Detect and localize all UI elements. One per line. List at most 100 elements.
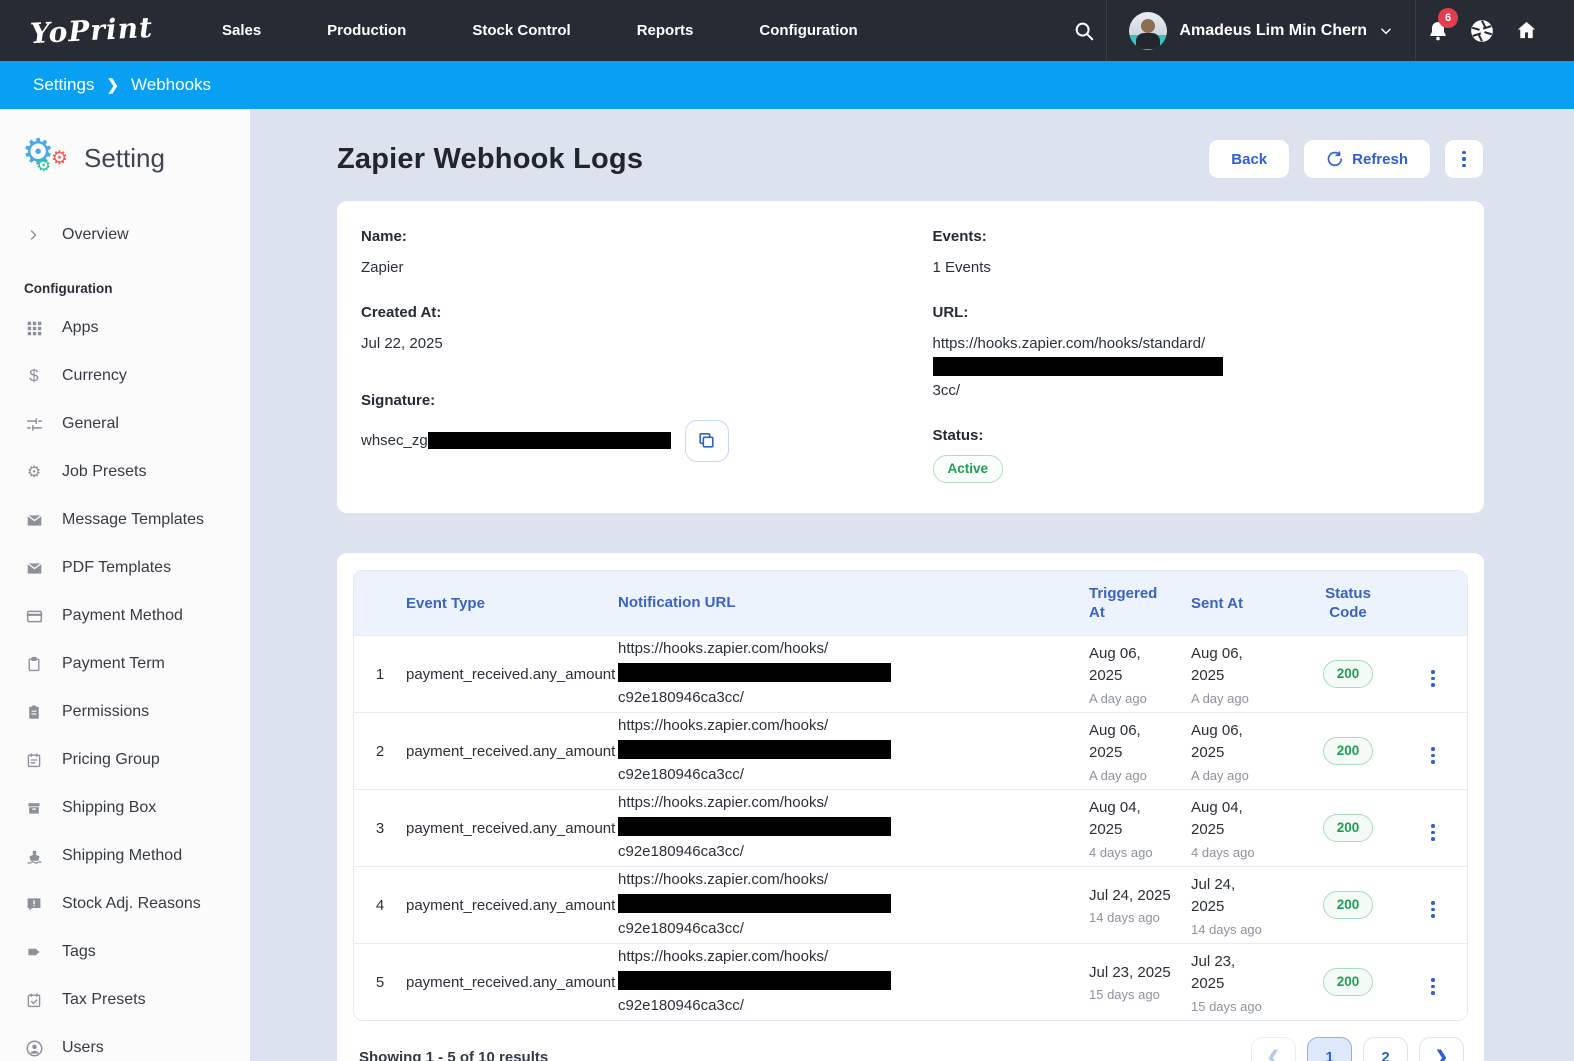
sidebar-item-job-presets[interactable]: ⚙ Job Presets: [24, 448, 250, 496]
redacted-url: [618, 971, 891, 990]
back-button[interactable]: Back: [1208, 139, 1290, 179]
row-actions-button[interactable]: [1431, 816, 1435, 841]
breadcrumb-settings[interactable]: Settings: [33, 75, 94, 95]
sidebar-item-stock-adj-reasons[interactable]: Stock Adj. Reasons: [24, 880, 250, 928]
nav-item-sales[interactable]: Sales: [189, 0, 294, 61]
user-circle-icon: [24, 1040, 44, 1057]
url-value: https://hooks.zapier.com/hooks/standard/…: [933, 332, 1461, 402]
webhook-details-card: Name: Zapier Created At: Jul 22, 2025 Si…: [337, 201, 1484, 513]
credit-card-icon: [24, 608, 44, 625]
sidebar-item-pricing-group[interactable]: Pricing Group: [24, 736, 250, 784]
name-value: Zapier: [361, 256, 889, 279]
nav-item-stock-control[interactable]: Stock Control: [439, 0, 603, 61]
triggered-at-cell: Jul 23, 2025 15 days ago: [1089, 962, 1191, 1003]
clipboard-list-icon: [24, 704, 44, 720]
sent-at-cell: Jul 24, 2025 14 days ago: [1191, 874, 1297, 937]
status-code-cell: 200: [1297, 737, 1399, 765]
kebab-icon: [1431, 901, 1435, 918]
sidebar-item-shipping-box[interactable]: Shipping Box: [24, 784, 250, 832]
ship-icon: [24, 848, 44, 865]
user-name: Amadeus Lim Min Chern: [1179, 22, 1367, 40]
sidebar-item-message-templates[interactable]: Message Templates: [24, 496, 250, 544]
triggered-at-cell: Aug 06, 2025 A day ago: [1089, 720, 1191, 783]
sent-at-cell: Aug 04, 2025 4 days ago: [1191, 797, 1297, 860]
page-2-button[interactable]: 2: [1363, 1037, 1408, 1061]
refresh-button[interactable]: Refresh: [1303, 139, 1431, 179]
sidebar-item-permissions[interactable]: Permissions: [24, 688, 250, 736]
triggered-at-cell: Aug 04, 2025 4 days ago: [1089, 797, 1191, 860]
row-actions-button[interactable]: [1431, 893, 1435, 918]
sidebar-item-payment-term[interactable]: Payment Term: [24, 640, 250, 688]
page-1-button[interactable]: 1: [1307, 1037, 1352, 1061]
sidebar-header: ⚙⚙⚙ Setting: [24, 135, 250, 181]
status-code-badge: 200: [1323, 737, 1374, 765]
next-page-button[interactable]: ❯: [1419, 1037, 1464, 1061]
copy-signature-button[interactable]: [685, 420, 729, 462]
sidebar-item-shipping-method[interactable]: Shipping Method: [24, 832, 250, 880]
status-code-badge: 200: [1323, 814, 1374, 842]
calendar-lines-icon: [24, 752, 44, 768]
table-row: 2 payment_received.any_amount https://ho…: [354, 712, 1467, 789]
status-label: Status:: [933, 427, 1461, 444]
url-label: URL:: [933, 304, 1461, 321]
apps-grid-icon: [24, 320, 44, 337]
main-menu: Sales Production Stock Control Reports C…: [189, 0, 891, 61]
notification-url-cell: https://hooks.zapier.com/hooks/ c92e1809…: [618, 714, 1089, 788]
event-type-cell: payment_received.any_amount: [406, 743, 618, 760]
search-icon[interactable]: [1062, 0, 1106, 61]
sidebar-item-apps[interactable]: Apps: [24, 304, 250, 352]
sidebar-item-tax-presets[interactable]: Tax Presets: [24, 976, 250, 1024]
row-actions-button[interactable]: [1431, 662, 1435, 687]
home-icon[interactable]: [1504, 0, 1548, 61]
table-row: 1 payment_received.any_amount https://ho…: [354, 635, 1467, 712]
header-event-type: Event Type: [406, 595, 618, 612]
created-at-value: Jul 22, 2025: [361, 332, 889, 355]
refresh-icon: [1326, 151, 1343, 168]
header-status-code: Status Code: [1297, 584, 1399, 623]
sent-at-cell: Aug 06, 2025 A day ago: [1191, 720, 1297, 783]
top-navbar: YoPrint Sales Production Stock Control R…: [0, 0, 1574, 61]
redacted-url: [618, 817, 891, 836]
kebab-icon: [1462, 151, 1466, 168]
breadcrumb-webhooks[interactable]: Webhooks: [131, 75, 211, 95]
kebab-icon: [1431, 824, 1435, 841]
settings-sidebar: ⚙⚙⚙ Setting Overview Configuration Apps …: [0, 109, 250, 1061]
envelope-icon: [24, 560, 44, 577]
user-menu[interactable]: Amadeus Lim Min Chern: [1107, 0, 1415, 61]
notification-badge: 6: [1438, 8, 1458, 28]
nav-item-configuration[interactable]: Configuration: [726, 0, 890, 61]
notifications-bell-icon[interactable]: 6: [1416, 0, 1460, 61]
sidebar-item-tags[interactable]: Tags: [24, 928, 250, 976]
prev-page-button[interactable]: ❮: [1251, 1037, 1296, 1061]
sidebar-item-general[interactable]: General: [24, 400, 250, 448]
row-actions-button[interactable]: [1431, 970, 1435, 995]
sidebar-item-payment-method[interactable]: Payment Method: [24, 592, 250, 640]
more-options-button[interactable]: [1444, 139, 1484, 179]
header-sent-at: Sent At: [1191, 595, 1297, 612]
clipboard-icon: [24, 656, 44, 672]
yoprint-logo[interactable]: YoPrint: [29, 11, 154, 50]
table-row: 4 payment_received.any_amount https://ho…: [354, 866, 1467, 943]
events-value: 1 Events: [933, 256, 1461, 279]
nav-item-production[interactable]: Production: [294, 0, 439, 61]
row-index: 2: [354, 743, 406, 760]
sidebar-item-overview[interactable]: Overview: [24, 211, 250, 259]
copy-icon: [697, 431, 716, 450]
status-code-badge: 200: [1323, 891, 1374, 919]
sidebar-item-pdf-templates[interactable]: PDF Templates: [24, 544, 250, 592]
navbar-right: Amadeus Lim Min Chern 6: [1062, 0, 1548, 61]
details-left-column: Name: Zapier Created At: Jul 22, 2025 Si…: [361, 228, 889, 483]
row-actions-button[interactable]: [1431, 739, 1435, 764]
sidebar-item-users[interactable]: Users: [24, 1024, 250, 1061]
shutter-icon[interactable]: [1460, 0, 1504, 61]
row-index: 3: [354, 820, 406, 837]
event-type-cell: payment_received.any_amount: [406, 897, 618, 914]
nav-item-reports[interactable]: Reports: [604, 0, 727, 61]
events-label: Events:: [933, 228, 1461, 245]
page-title: Zapier Webhook Logs: [337, 143, 643, 176]
signature-label: Signature:: [361, 392, 889, 409]
signature-value: whsec_zg: [361, 429, 428, 452]
settings-gears-icon: ⚙⚙⚙: [24, 135, 70, 181]
sidebar-section-configuration: Configuration: [24, 281, 250, 296]
sidebar-item-currency[interactable]: $ Currency: [24, 352, 250, 400]
